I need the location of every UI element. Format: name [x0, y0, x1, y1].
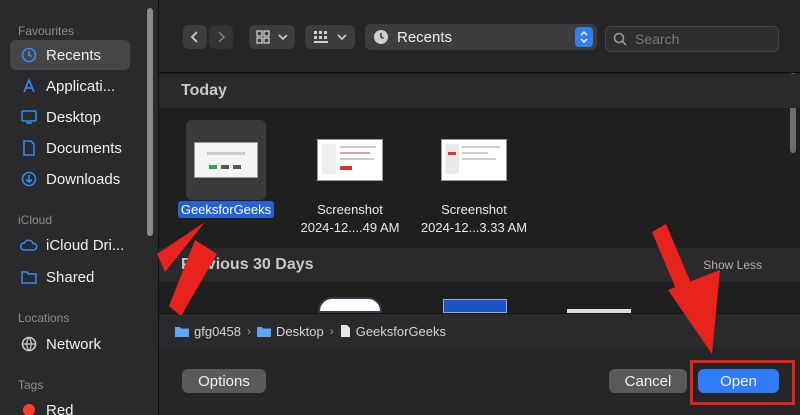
- applications-icon: [20, 77, 38, 95]
- sidebar-item-label: iCloud Dri...: [46, 236, 125, 254]
- sidebar-item-icloud-drive[interactable]: iCloud Dri...: [10, 230, 130, 260]
- cancel-button[interactable]: Cancel: [609, 369, 687, 393]
- document-icon: [20, 139, 38, 157]
- sidebar-item-shared[interactable]: Shared: [10, 262, 130, 292]
- desktop-icon: [20, 108, 38, 126]
- search-icon: [613, 32, 627, 46]
- file-name: Screenshot: [317, 202, 383, 217]
- sidebar-item-label: Desktop: [46, 108, 102, 126]
- file-thumbnail: [310, 120, 390, 200]
- download-icon: [20, 170, 38, 188]
- annotation-highlight-box: [690, 360, 795, 405]
- file-thumbnail: [434, 120, 514, 200]
- folder-icon: [257, 326, 271, 337]
- sidebar-item-applications[interactable]: Applicati...: [10, 71, 130, 101]
- section-locations: Locations: [18, 311, 70, 325]
- toolbar: Recents: [159, 0, 800, 73]
- chevron-left-icon: [190, 31, 198, 43]
- folder-icon: [175, 326, 189, 337]
- forward-button[interactable]: [209, 25, 233, 49]
- group-title: Today: [181, 82, 227, 99]
- sidebar-item-label: Network: [46, 335, 102, 353]
- section-icloud: iCloud: [18, 213, 53, 227]
- sidebar-scrollbar[interactable]: [147, 8, 153, 236]
- sidebar-item-network[interactable]: Network: [10, 329, 130, 359]
- cloud-icon: [20, 236, 38, 254]
- sidebar-item-documents[interactable]: Documents: [10, 133, 130, 163]
- sidebar: Favourites Recents Applicati... Desktop …: [0, 0, 159, 415]
- annotation-arrow-icon: [157, 222, 217, 316]
- section-favourites: Favourites: [18, 24, 75, 38]
- file-thumbnail-partial[interactable]: [318, 297, 382, 313]
- sidebar-item-label: Red: [46, 401, 74, 415]
- chevron-right-icon: ›: [247, 324, 251, 338]
- group-grid-icon: [314, 31, 328, 43]
- file-date: 2024-12....49 AM: [300, 220, 400, 235]
- file-thumbnail: [186, 120, 266, 200]
- search-input[interactable]: [633, 30, 767, 48]
- chevron-right-icon: [218, 31, 226, 43]
- file-item-geeksforgeeks[interactable]: GeeksforGeeks: [161, 120, 291, 218]
- location-popup[interactable]: Recents: [365, 24, 597, 50]
- file-date: 2024-12...3.33 AM: [420, 220, 528, 235]
- grid-icon: [256, 30, 270, 44]
- options-button[interactable]: Options: [182, 369, 266, 393]
- up-down-chevron-icon: [575, 27, 593, 47]
- file-thumbnail-partial[interactable]: [443, 299, 507, 313]
- sidebar-item-tag-red[interactable]: Red: [10, 395, 130, 415]
- back-button[interactable]: [183, 25, 207, 49]
- icon-view-button[interactable]: [249, 25, 295, 49]
- chevron-down-icon: [278, 34, 288, 41]
- red-tag-icon: [20, 401, 38, 415]
- file-item-screenshot-1[interactable]: Screenshot 2024-12....49 AM: [285, 120, 415, 236]
- group-header-today: Today: [159, 74, 800, 108]
- file-open-dialog: Favourites Recents Applicati... Desktop …: [0, 0, 800, 415]
- group-by-button[interactable]: [305, 25, 355, 49]
- sidebar-item-downloads[interactable]: Downloads: [10, 164, 130, 194]
- clock-icon: [20, 46, 38, 64]
- search-field[interactable]: [605, 26, 779, 52]
- document-icon: [340, 325, 350, 337]
- path-crumb[interactable]: gfg0458: [175, 324, 241, 339]
- shared-folder-icon: [20, 268, 38, 286]
- sidebar-item-label: Downloads: [46, 170, 121, 188]
- location-label: Recents: [397, 28, 453, 46]
- globe-icon: [20, 335, 38, 353]
- chevron-right-icon: ›: [329, 324, 334, 338]
- annotation-arrow-icon: [652, 224, 720, 354]
- sidebar-item-label: Applicati...: [46, 77, 116, 95]
- file-name: Screenshot: [441, 202, 507, 217]
- sidebar-item-label: Shared: [46, 268, 95, 286]
- file-item-screenshot-2[interactable]: Screenshot 2024-12...3.33 AM: [409, 120, 539, 236]
- path-crumb[interactable]: Desktop: [257, 324, 324, 339]
- clock-icon: [374, 30, 388, 44]
- sidebar-item-desktop[interactable]: Desktop: [10, 102, 130, 132]
- sidebar-item-label: Documents: [46, 139, 122, 157]
- sidebar-item-recents[interactable]: Recents: [10, 40, 130, 70]
- section-tags: Tags: [18, 378, 44, 392]
- path-crumb[interactable]: GeeksforGeeks: [340, 324, 446, 339]
- sidebar-item-label: Recents: [46, 46, 102, 64]
- chevron-down-icon: [337, 34, 347, 41]
